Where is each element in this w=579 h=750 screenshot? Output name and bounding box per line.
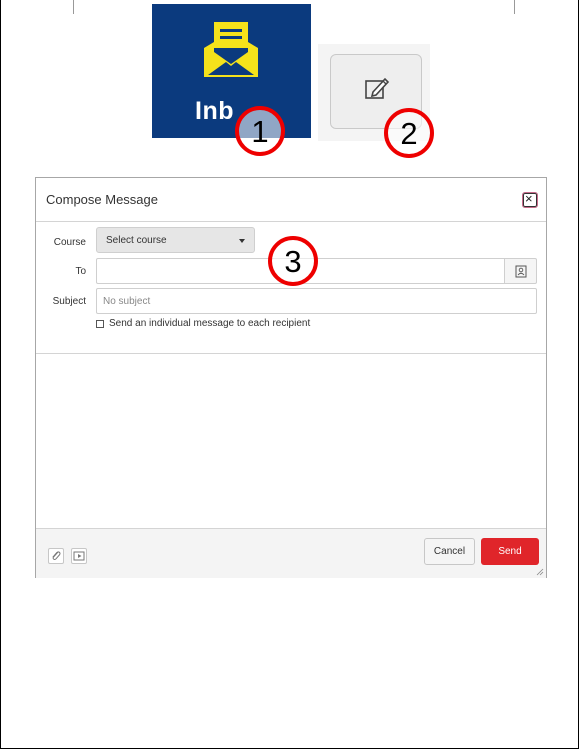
callout-1: 1 <box>235 106 285 156</box>
subject-label: Subject <box>52 296 86 307</box>
course-select-value: Select course <box>106 235 167 246</box>
inbox-nav-tile[interactable]: Inb <box>152 4 311 138</box>
envelope-icon <box>204 22 258 77</box>
address-book-icon <box>515 265 527 278</box>
divider <box>73 0 74 14</box>
resize-grip-icon[interactable] <box>536 568 544 576</box>
subject-input[interactable]: No subject <box>96 288 537 314</box>
close-button[interactable]: × <box>522 191 538 208</box>
cancel-button[interactable]: Cancel <box>424 538 475 565</box>
media-button[interactable] <box>71 548 87 564</box>
close-icon: × <box>525 191 533 206</box>
address-book-button[interactable] <box>504 258 537 284</box>
dialog-header: Compose Message × <box>36 178 546 222</box>
divider <box>514 0 515 14</box>
dialog-title: Compose Message <box>46 192 158 207</box>
dialog-footer: Cancel Send <box>36 528 546 578</box>
media-icon <box>73 551 85 561</box>
course-select[interactable]: Select course <box>96 227 255 253</box>
course-label: Course <box>53 237 86 248</box>
message-body-area[interactable] <box>36 354 546 527</box>
chevron-down-icon <box>239 239 245 243</box>
attachment-icon <box>52 551 61 560</box>
to-label: To <box>75 266 86 277</box>
send-button[interactable]: Send <box>481 538 539 565</box>
compose-icon <box>365 77 390 99</box>
callout-2: 2 <box>384 108 434 158</box>
inbox-label: Inb <box>195 97 234 125</box>
individual-message-label: Send an individual message to each recip… <box>109 318 311 329</box>
subject-placeholder: No subject <box>103 296 151 307</box>
attach-button[interactable] <box>48 548 64 564</box>
callout-3: 3 <box>268 236 318 286</box>
individual-message-checkbox[interactable] <box>96 320 104 328</box>
